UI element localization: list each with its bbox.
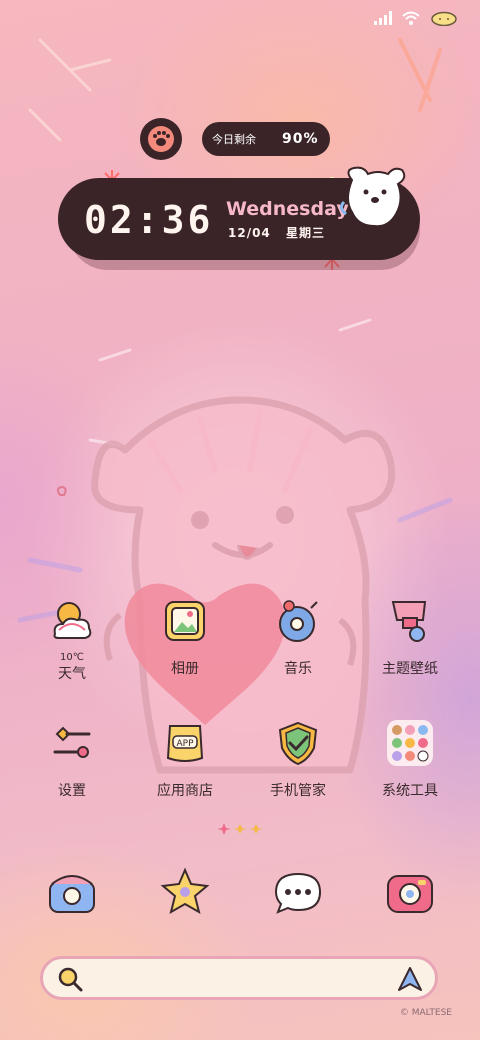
clock-date: 12/04	[228, 226, 271, 240]
watermark: © MALTESE	[399, 1008, 452, 1018]
camera-icon	[387, 875, 433, 913]
home-screen: 今日剩余 90% 02:36 Wednesday 12/04 星期三 10℃ 天…	[0, 0, 480, 1040]
app-store-icon: APP	[166, 725, 204, 762]
weather-temperature: 10℃	[60, 652, 84, 663]
paw-badge	[140, 118, 182, 160]
status-bar	[374, 10, 458, 26]
app-weather[interactable]: 10℃ 天气	[17, 596, 127, 683]
search-icon[interactable]	[55, 964, 85, 994]
app-label: 应用商店	[157, 783, 213, 799]
clock-day-of-week: 星期三	[285, 226, 325, 240]
app-label: 系统工具	[382, 783, 438, 799]
svg-text:APP: APP	[176, 739, 194, 749]
app-music[interactable]: 音乐	[243, 596, 353, 678]
dock-phone[interactable]	[42, 862, 102, 922]
phone-icon	[49, 875, 95, 913]
phone-manager-icon	[278, 721, 318, 766]
browser-icon	[160, 867, 210, 915]
app-label: 主题壁纸	[382, 661, 438, 677]
system-tools-icon	[387, 720, 433, 766]
app-label: 手机管家	[270, 783, 326, 799]
signal-icon	[374, 11, 392, 25]
bear-sticker-icon	[339, 166, 406, 228]
assistant-icon[interactable]	[395, 964, 425, 994]
app-gallery[interactable]: 相册	[130, 596, 240, 678]
dock-messages[interactable]	[268, 862, 328, 922]
app-app-store[interactable]: APP 应用商店	[130, 718, 240, 800]
app-system-tools[interactable]: 系统工具	[355, 718, 465, 800]
gallery-icon	[165, 601, 205, 641]
app-theme[interactable]: 主题壁纸	[355, 596, 465, 678]
battery-value: 90%	[282, 131, 319, 147]
weather-icon	[53, 602, 92, 639]
theme-icon	[391, 601, 427, 642]
clock-weekday: Wednesday	[226, 198, 349, 220]
page-indicator	[218, 823, 262, 835]
messages-icon	[274, 872, 322, 914]
battery-widget[interactable]: 今日剩余 90%	[202, 122, 330, 156]
settings-icon	[53, 726, 91, 758]
dock-browser[interactable]	[155, 862, 215, 922]
battery-label: 今日剩余	[212, 133, 256, 146]
app-settings[interactable]: 设置	[17, 718, 127, 800]
app-label: 相册	[171, 661, 199, 677]
clock-time: 02:36	[84, 198, 214, 242]
app-label: 设置	[58, 783, 86, 799]
dock-camera[interactable]	[380, 862, 440, 922]
app-label: 音乐	[284, 661, 312, 677]
paw-icon	[148, 126, 174, 152]
app-phone-manager[interactable]: 手机管家	[243, 718, 353, 800]
clock-date-row: 12/04 星期三	[228, 224, 325, 241]
app-label: 天气	[58, 666, 86, 682]
music-icon	[279, 600, 318, 642]
search-bar[interactable]	[40, 956, 438, 1000]
battery-icon	[431, 11, 457, 26]
wifi-icon	[402, 11, 420, 25]
